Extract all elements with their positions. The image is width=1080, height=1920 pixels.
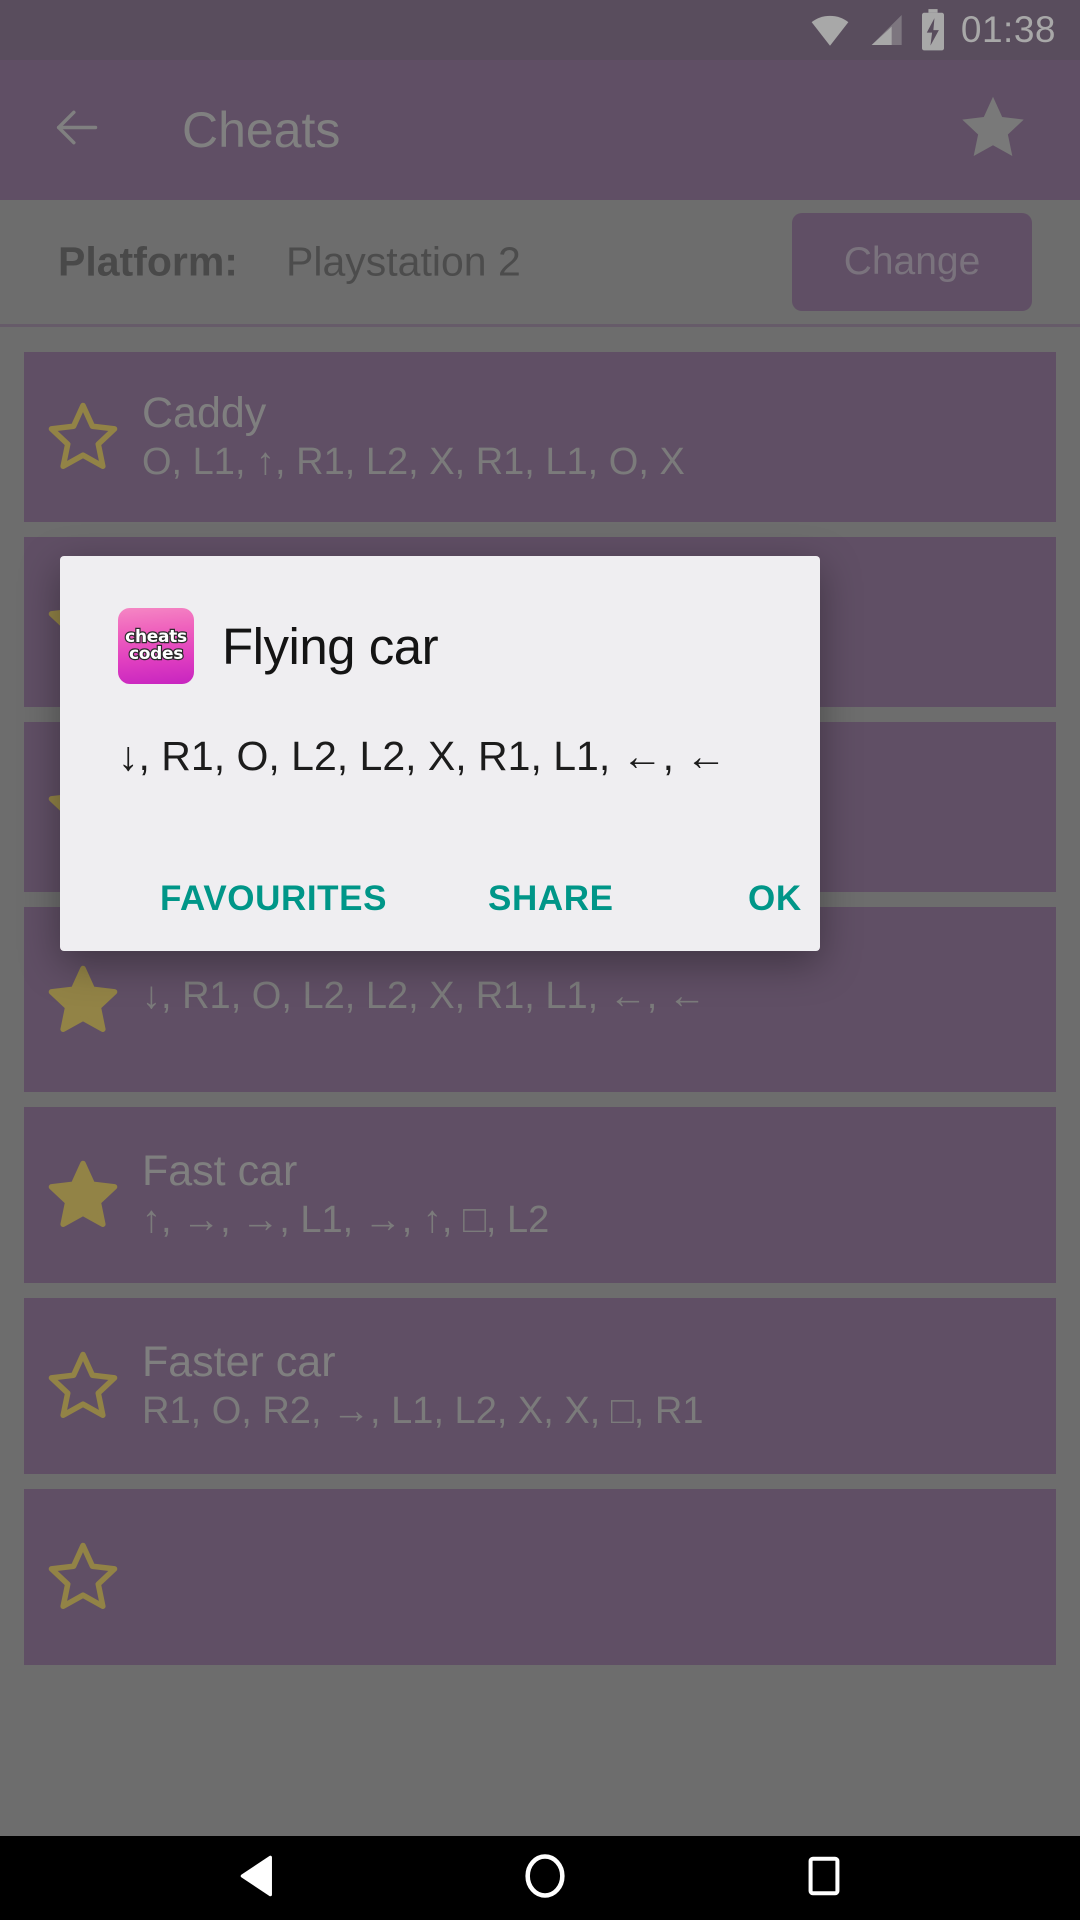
favourites-star-icon[interactable] <box>954 90 1032 171</box>
list-item-code: R1, O, R2, →, L1, L2, X, X, □, R1 <box>142 1389 704 1432</box>
list-item-code: ↓, R1, O, L2, L2, X, R1, L1, ←, ← <box>142 974 706 1017</box>
system-navigation-bar <box>0 1836 1080 1920</box>
favourite-star-icon[interactable] <box>24 961 142 1039</box>
favourites-button[interactable]: FAVOURITES <box>152 869 395 929</box>
dialog-message: ↓, R1, O, L2, L2, X, R1, L1, ←, ← <box>118 733 727 779</box>
list-item-title: Caddy <box>142 389 267 438</box>
platform-row: Platform: Playstation 2 Change <box>0 200 1080 327</box>
list-item-code: O, L1, ↑, R1, L2, X, R1, L1, O, X <box>142 440 685 483</box>
list-item-text: ↓, R1, O, L2, L2, X, R1, L1, ←, ← <box>142 971 706 1029</box>
cheat-detail-dialog: cheats codes Flying car ↓, R1, O, L2, L2… <box>60 556 820 951</box>
nav-back-icon[interactable] <box>233 1848 289 1909</box>
list-item-text: Faster car R1, O, R2, →, L1, L2, X, X, □… <box>142 1340 704 1431</box>
phone-screen: Platform: Playstation 2 Change Caddy O, … <box>0 0 1080 1920</box>
favourite-star-icon[interactable] <box>24 1347 142 1425</box>
dialog-title: Flying car <box>222 617 439 675</box>
platform-label: Platform: <box>58 238 238 285</box>
status-bar: 01:38 <box>0 0 1080 60</box>
content-area: Platform: Playstation 2 Change Caddy O, … <box>0 200 1080 1840</box>
list-item-text: Caddy O, L1, ↑, R1, L2, X, R1, L1, O, X <box>142 391 685 482</box>
dialog-header: cheats codes Flying car <box>60 556 820 684</box>
dialog-actions: FAVOURITES SHARE OK <box>60 839 820 951</box>
wifi-icon <box>809 9 851 51</box>
list-item[interactable]: Caddy O, L1, ↑, R1, L2, X, R1, L1, O, X <box>24 352 1056 522</box>
list-item-title: Faster car <box>142 1338 336 1387</box>
list-item-title: Fast car <box>142 1147 298 1196</box>
page-title: Cheats <box>182 102 341 158</box>
favourite-star-icon[interactable] <box>24 1156 142 1234</box>
list-item-text: Fast car ↑, →, →, L1, →, ↑, □, L2 <box>142 1149 549 1240</box>
platform-value: Playstation 2 <box>286 238 521 285</box>
app-icon-line2: codes <box>128 644 185 664</box>
nav-recents-icon[interactable] <box>801 1850 847 1907</box>
ok-button[interactable]: OK <box>740 869 810 929</box>
cheats-codes-app-icon: cheats codes <box>118 608 194 684</box>
list-item[interactable] <box>24 1489 1056 1665</box>
list-item-code: ↑, →, →, L1, →, ↑, □, L2 <box>142 1198 550 1241</box>
status-bar-clock: 01:38 <box>960 9 1056 50</box>
nav-home-icon[interactable] <box>519 1850 571 1907</box>
share-button[interactable]: SHARE <box>480 869 622 929</box>
list-item[interactable]: Fast car ↑, →, →, L1, →, ↑, □, L2 <box>24 1107 1056 1283</box>
back-arrow-icon[interactable] <box>45 102 107 159</box>
change-platform-button[interactable]: Change <box>792 213 1032 311</box>
favourite-star-icon[interactable] <box>24 398 142 476</box>
favourite-star-icon[interactable] <box>24 1538 142 1616</box>
cheat-list[interactable]: Caddy O, L1, ↑, R1, L2, X, R1, L1, O, X <box>0 327 1080 1665</box>
cellular-signal-icon <box>865 9 905 51</box>
app-bar: Cheats <box>0 60 1080 200</box>
battery-charging-icon <box>919 8 947 52</box>
list-item[interactable]: Faster car R1, O, R2, →, L1, L2, X, X, □… <box>24 1298 1056 1474</box>
